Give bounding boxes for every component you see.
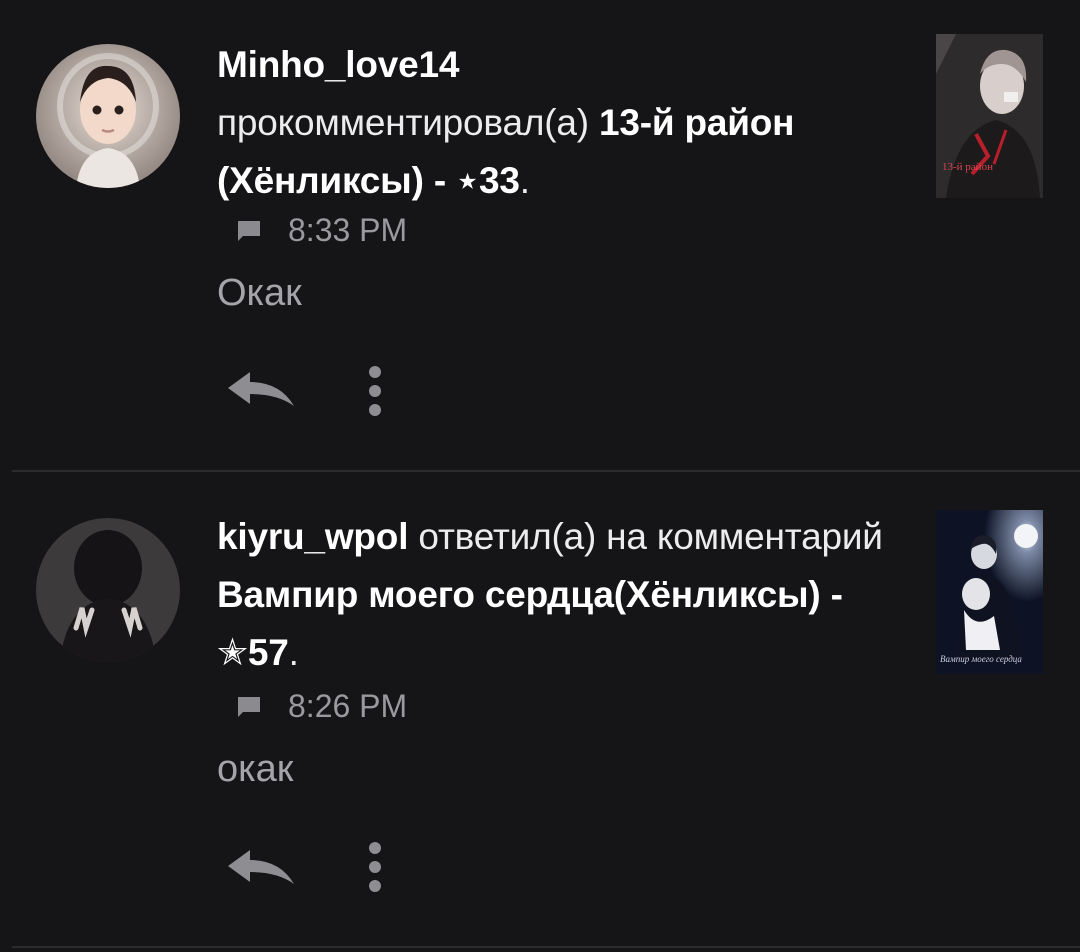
notification-item[interactable]: kiyru_wpol ответил(а) на комментарий Вам… [0,472,1080,948]
comment-icon [238,221,260,241]
separator: - [830,574,843,615]
username-link[interactable]: kiyru_wpol [217,516,408,557]
star-icon: ✭ [217,632,248,673]
story-title-link[interactable]: Вампир моего сердца(Хёнликсы) [217,574,821,615]
avatar[interactable] [36,44,180,188]
more-vertical-icon[interactable] [356,364,394,424]
separator: - [433,160,446,201]
rating-value: 33 [479,160,520,201]
more-vertical-icon[interactable] [356,840,394,900]
notification-text: kiyru_wpol ответил(а) на комментарий Вам… [217,508,907,682]
rating-value: 57 [247,632,289,673]
comment-body: окак [217,748,294,790]
action-text: прокомментировал(а) [217,102,589,143]
story-cover[interactable]: Вампир моего сердца [936,510,1043,674]
notification-item[interactable]: Minho_love14 прокомментировал(а) 13-й ра… [0,0,1080,470]
divider [12,946,1080,948]
end-period: . [519,160,530,201]
comment-meta: 8:26 PM [236,688,407,724]
notification-text: Minho_love14 прокомментировал(а) 13-й ра… [217,36,907,210]
cover-caption: Вампир моего сердца [940,654,1022,664]
story-cover[interactable]: 13-й район [936,34,1043,198]
timestamp: 8:26 PM [288,687,408,724]
reply-icon[interactable] [224,366,298,410]
comment-icon [238,697,260,717]
username-link[interactable]: Minho_love14 [217,44,459,85]
timestamp: 8:33 PM [288,211,408,248]
comment-body: Окак [217,272,302,314]
end-period: . [288,632,299,673]
avatar[interactable] [36,518,180,662]
reply-icon[interactable] [224,844,298,888]
star-icon: ⋆ [456,160,479,201]
comment-meta: 8:33 PM [236,212,407,248]
cover-caption: 13-й район [942,161,993,173]
action-text: ответил(а) на комментарий [418,516,883,557]
